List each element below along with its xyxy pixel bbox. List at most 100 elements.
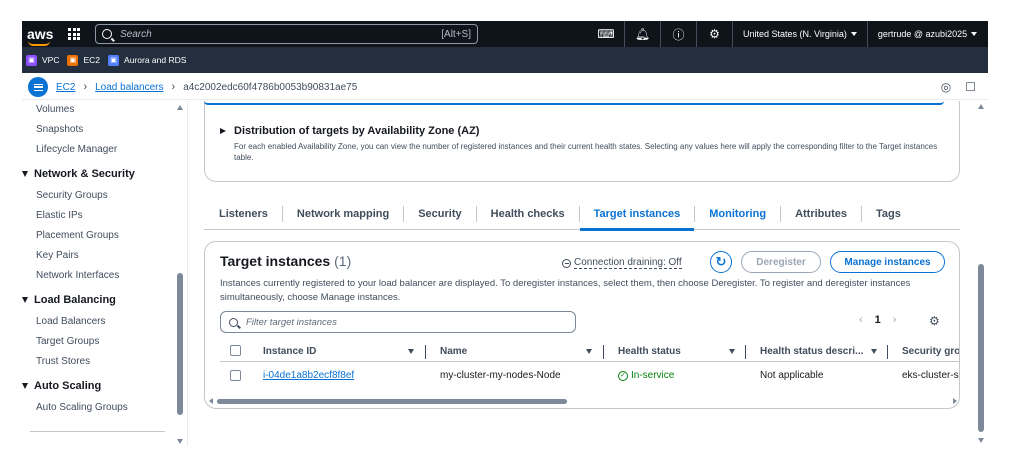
search-icon (102, 29, 112, 39)
pagination: ‹ 1 › (859, 314, 896, 326)
chevron-right-icon: › (171, 81, 176, 93)
sidebar-item-target-groups[interactable]: Target Groups (36, 336, 99, 347)
sidebar-item-key-pairs[interactable]: Key Pairs (36, 250, 79, 261)
feedback-icon[interactable]: ☐ (965, 80, 976, 94)
manage-instances-button[interactable]: Manage instances (830, 251, 945, 273)
main-scrollbar[interactable] (978, 264, 984, 432)
sort-icon[interactable] (408, 347, 416, 361)
tab-listeners[interactable]: Listeners (204, 206, 282, 222)
favorite-ec2[interactable]: ▣ EC2 (67, 54, 101, 66)
sidebar-item-placement-groups[interactable]: Placement Groups (36, 230, 119, 241)
region-selector[interactable]: United States (N. Virginia) (732, 21, 867, 47)
breadcrumb-ec2[interactable]: EC2 (56, 82, 75, 93)
scroll-down-icon[interactable] (978, 438, 984, 443)
cloudshell-icon[interactable]: ⌨ (588, 21, 624, 47)
help-icon[interactable]: ⓘ (660, 21, 696, 47)
scroll-down-icon[interactable] (177, 439, 183, 444)
instance-name: my-cluster-my-nodes-Node (440, 370, 561, 381)
az-distribution-toggle[interactable]: Distribution of targets by Availability … (220, 125, 479, 137)
sidebar-item-network-interfaces[interactable]: Network Interfaces (36, 270, 119, 281)
caret-down-icon (22, 297, 28, 303)
sidebar-item-auto-scaling-groups[interactable]: Auto Scaling Groups (36, 402, 128, 413)
scroll-up-icon[interactable] (978, 104, 984, 109)
sort-icon[interactable] (871, 347, 879, 361)
minus-circle-icon (562, 258, 571, 268)
column-header-security-groups[interactable]: Security gro (902, 345, 960, 359)
column-label: Health status (618, 346, 681, 357)
health-status-label: In-service (631, 370, 675, 381)
caret-down-icon (22, 383, 28, 389)
tab-target-instances[interactable]: Target instances (578, 206, 695, 231)
search-input[interactable]: Search [Alt+S] (95, 24, 478, 44)
ec2-icon: ▣ (67, 54, 79, 66)
tab-tags[interactable]: Tags (861, 206, 915, 222)
table-row[interactable]: i-04de1a8b2ecf8f8ef my-cluster-my-nodes-… (220, 366, 959, 386)
region-label: United States (N. Virginia) (743, 29, 847, 39)
sidebar-item-lifecycle-manager[interactable]: Lifecycle Manager (36, 144, 117, 155)
tab-attributes[interactable]: Attributes (780, 206, 861, 222)
services-grid-icon[interactable] (61, 21, 87, 47)
row-checkbox[interactable] (230, 370, 241, 381)
location-icon[interactable]: ◎ (941, 80, 951, 94)
scroll-left-icon[interactable] (209, 398, 213, 404)
scroll-up-icon[interactable] (177, 105, 183, 110)
column-header-name[interactable]: Name (440, 345, 467, 359)
divider (204, 101, 944, 105)
vpc-icon: ▣ (26, 54, 37, 66)
sidebar-item-elastic-ips[interactable]: Elastic IPs (36, 210, 83, 221)
page-number[interactable]: 1 (875, 314, 881, 326)
sidebar-scrollbar[interactable] (177, 273, 183, 415)
security-group: eks-cluster-s (902, 370, 959, 381)
chevron-left-icon[interactable]: ‹ (859, 314, 863, 326)
scrollbar-thumb[interactable] (217, 399, 567, 404)
chevron-down-icon (971, 32, 978, 36)
tab-monitoring[interactable]: Monitoring (694, 206, 780, 222)
gear-icon[interactable]: ⚙ (929, 314, 940, 328)
bell-icon[interactable]: 🔔︎ (624, 21, 660, 47)
refresh-icon: ↻ (715, 254, 727, 269)
account-label: gertrude @ azubi2025 (877, 29, 968, 39)
sidebar-item-load-balancers[interactable]: Load Balancers (36, 316, 106, 327)
gear-icon[interactable]: ⚙ (696, 21, 732, 47)
section-title: Target instances (220, 253, 331, 269)
column-header-health-description[interactable]: Health status descri... (760, 345, 863, 359)
column-header-health-status[interactable]: Health status (618, 345, 681, 359)
refresh-button[interactable]: ↻ (710, 251, 732, 273)
rds-icon: ▣ (108, 54, 120, 66)
tab-security[interactable]: Security (403, 206, 475, 222)
sidebar-section-network-security[interactable]: Network & Security (22, 168, 135, 180)
sidebar-section-label: Network & Security (34, 168, 135, 180)
aws-logo[interactable]: aws (27, 27, 61, 46)
tab-health-checks[interactable]: Health checks (475, 206, 579, 222)
favorite-rds[interactable]: ▣ Aurora and RDS (108, 54, 186, 66)
sidebar-item-volumes[interactable]: Volumes (36, 104, 74, 115)
breadcrumb-load-balancers[interactable]: Load balancers (95, 82, 163, 93)
favorite-vpc[interactable]: ▣ VPC (26, 54, 59, 66)
horizontal-scrollbar[interactable] (209, 398, 957, 404)
filter-input[interactable]: Filter target instances (220, 311, 576, 333)
chevron-right-icon[interactable]: › (893, 314, 897, 326)
target-instances-description: Instances currently registered to your l… (220, 278, 911, 303)
account-menu[interactable]: gertrude @ azubi2025 (866, 21, 987, 47)
menu-icon[interactable] (28, 77, 48, 97)
main-content: Distribution of targets by Availability … (190, 101, 972, 446)
connection-draining-status[interactable]: Connection draining: Off (562, 257, 682, 269)
sidebar-item-snapshots[interactable]: Snapshots (36, 124, 83, 135)
check-circle-icon: ✓ (618, 370, 628, 381)
favorite-label: EC2 (83, 55, 101, 65)
scroll-right-icon[interactable] (953, 398, 957, 404)
sort-icon[interactable] (586, 347, 594, 361)
tab-network-mapping[interactable]: Network mapping (281, 206, 403, 222)
instance-id-link[interactable]: i-04de1a8b2ecf8f8ef (263, 370, 354, 381)
sidebar-section-auto-scaling[interactable]: Auto Scaling (22, 380, 101, 392)
table-header: Instance ID Name Health status Health st… (220, 342, 960, 362)
column-label: Security gro (902, 346, 960, 357)
sidebar-item-security-groups[interactable]: Security Groups (36, 190, 108, 201)
sidebar-item-trust-stores[interactable]: Trust Stores (36, 356, 90, 367)
select-all-checkbox[interactable] (230, 345, 241, 356)
deregister-button[interactable]: Deregister (741, 251, 821, 273)
column-header-instance-id[interactable]: Instance ID (263, 345, 316, 359)
sort-icon[interactable] (729, 347, 737, 361)
column-label: Name (440, 346, 468, 357)
sidebar-section-load-balancing[interactable]: Load Balancing (22, 294, 116, 306)
